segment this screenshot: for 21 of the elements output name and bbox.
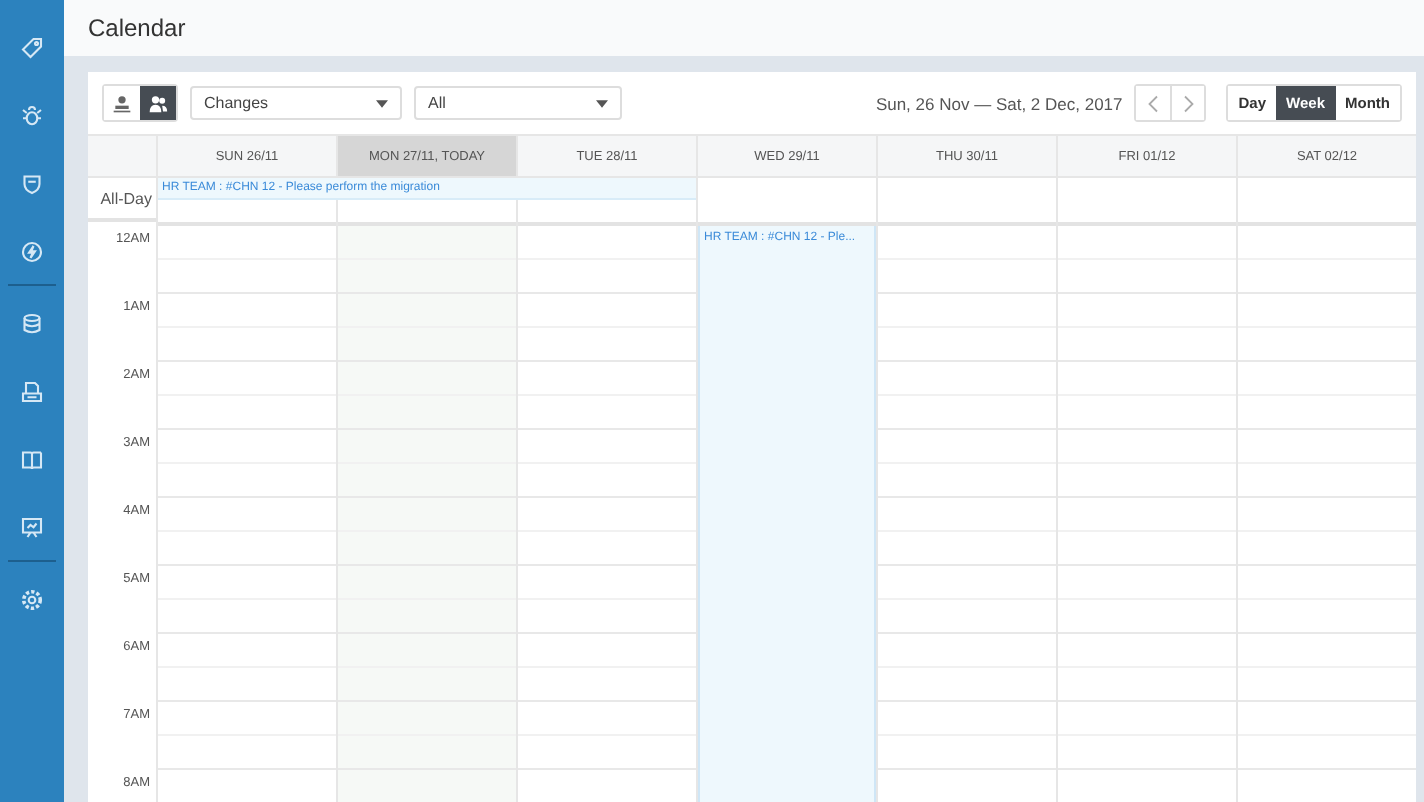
- caret-icon: [376, 99, 388, 107]
- page-title: Calendar: [88, 14, 186, 42]
- database-icon[interactable]: [20, 312, 44, 336]
- next-button[interactable]: [1170, 86, 1205, 120]
- book-icon[interactable]: [20, 448, 44, 472]
- settings-icon[interactable]: [20, 588, 44, 612]
- filter-dropdown[interactable]: Changes: [190, 86, 402, 120]
- caret-icon: [596, 99, 608, 107]
- chevron-right-icon: [1182, 93, 1195, 113]
- document-icon[interactable]: [20, 380, 44, 404]
- date-range: Sun, 26 Nov — Sat, 2 Dec, 2017: [875, 93, 1123, 113]
- bug-icon[interactable]: [20, 104, 44, 128]
- group-icon: [148, 93, 168, 113]
- filter-dropdown[interactable]: All: [414, 86, 622, 120]
- tag-icon[interactable]: [20, 36, 44, 60]
- person-icon: [112, 93, 132, 113]
- presentation-icon[interactable]: [20, 516, 44, 540]
- group-toggle-button[interactable]: [140, 86, 176, 120]
- chevron-left-icon: [1147, 93, 1160, 113]
- shield-icon[interactable]: [20, 172, 44, 196]
- lightning-icon[interactable]: [20, 240, 44, 264]
